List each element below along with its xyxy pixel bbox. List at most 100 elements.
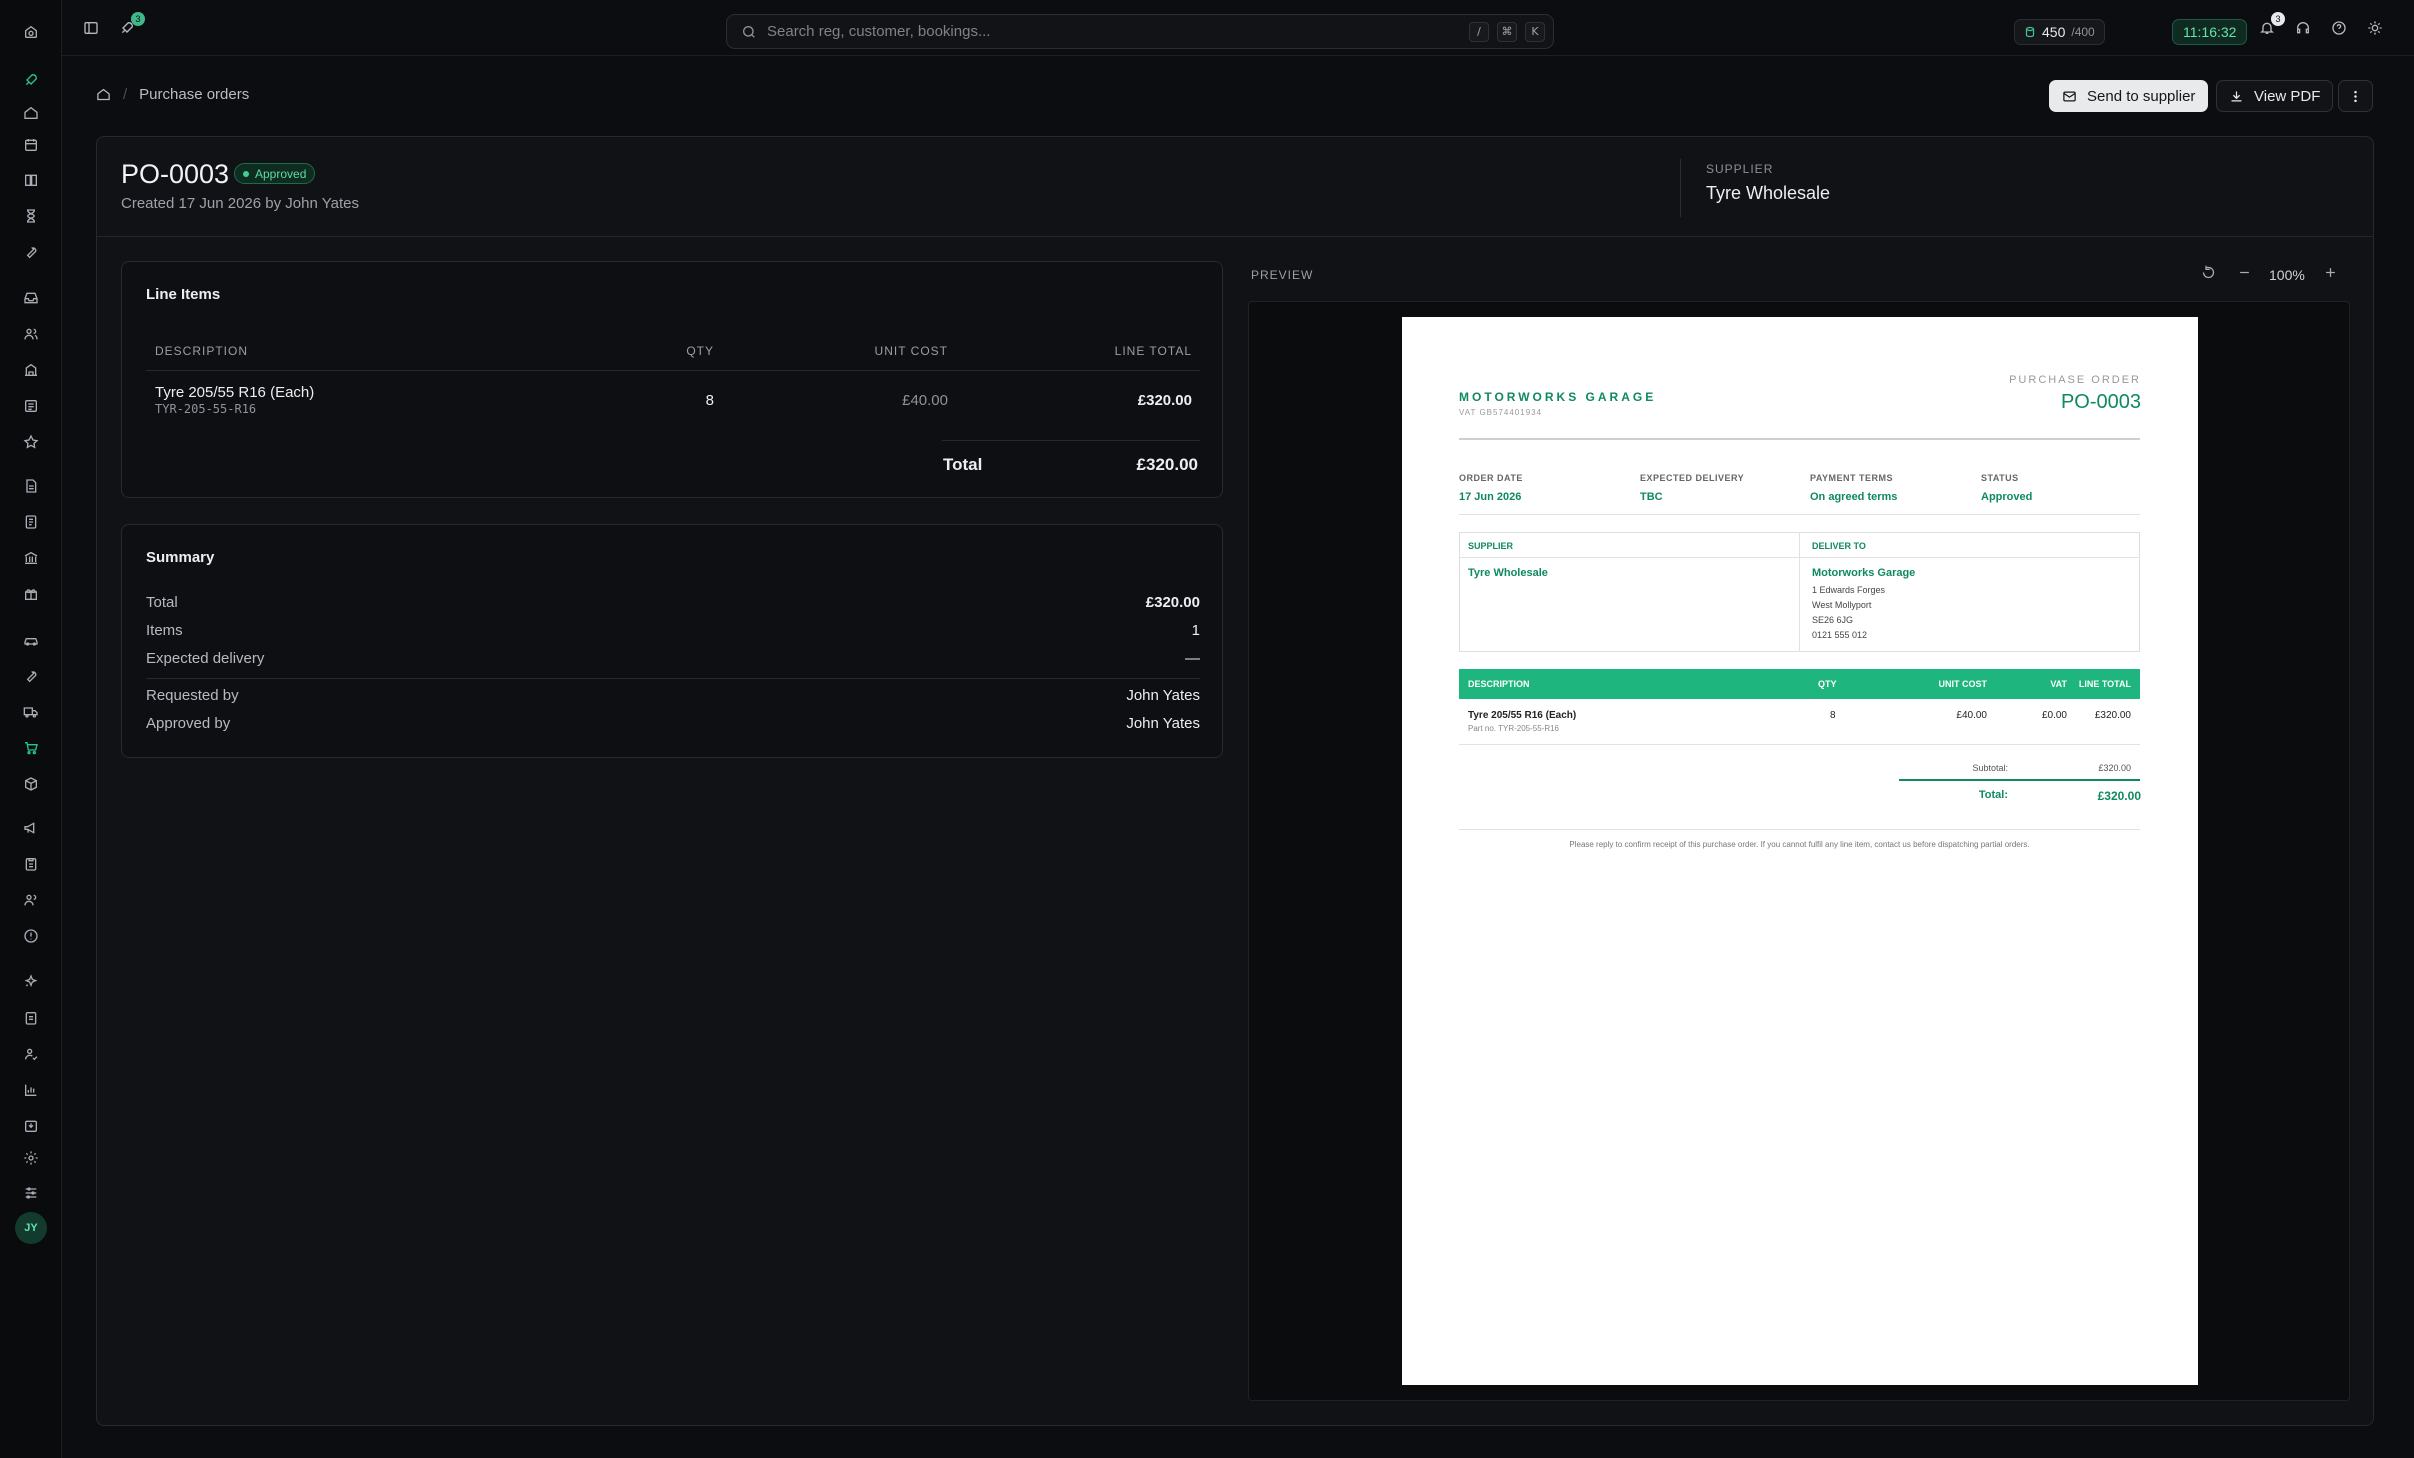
bell-icon[interactable]: 3	[2258, 12, 2285, 37]
deliver-to-name: Motorworks Garage	[1812, 567, 1916, 579]
clipboard-icon[interactable]	[19, 852, 43, 876]
view-pdf-label: View PDF	[2254, 87, 2321, 105]
summary-panel: Summary Total £320.00 Items 1 Expected del…	[121, 524, 1223, 758]
star-icon[interactable]	[19, 430, 43, 454]
summary-row: Expected delivery —	[146, 650, 1200, 667]
search-bar[interactable]: / ⌘ K	[726, 14, 1554, 49]
line-item-sku: TYR-205-55-R16	[155, 402, 257, 416]
divider	[1459, 438, 2140, 440]
search-input[interactable]	[767, 23, 1469, 40]
puzzle-icon[interactable]	[19, 970, 43, 994]
page-title: PO-0003	[121, 159, 230, 189]
tool-icon[interactable]	[19, 664, 43, 688]
zoom-out-icon[interactable]	[2237, 265, 2252, 280]
logo-icon[interactable]	[19, 20, 43, 44]
doc-number: PO-0003	[2060, 391, 2141, 413]
supplier-name[interactable]: Tyre Wholesale	[1706, 183, 1830, 204]
shortcut-key: ⌘	[1497, 21, 1517, 42]
database-icon	[2025, 26, 2035, 38]
zoom-in-icon[interactable]	[2323, 265, 2338, 280]
send-to-supplier-button[interactable]: Send to supplier	[2049, 80, 2209, 112]
rocket-badge: 3	[131, 12, 145, 26]
rocket-icon[interactable]: 3	[118, 12, 145, 37]
inbox-icon[interactable]	[19, 286, 43, 310]
subtotal-value: £320.00	[2098, 763, 2131, 773]
notification-badge: 3	[2271, 12, 2285, 26]
document-icon[interactable]	[19, 474, 43, 498]
invoice-icon[interactable]	[19, 394, 43, 418]
line-item-qty: 8	[705, 392, 714, 409]
mail-icon	[2063, 91, 2076, 101]
more-actions-button[interactable]	[2338, 80, 2373, 112]
line-item-total: £320.00	[1137, 392, 1192, 409]
summary-row: Items 1	[146, 622, 1200, 639]
checklist-icon[interactable]	[19, 1006, 43, 1030]
gift-icon[interactable]	[19, 582, 43, 606]
sliders-icon[interactable]	[19, 1181, 43, 1205]
divider	[1459, 514, 2140, 515]
inbox-down-icon[interactable]	[19, 1114, 43, 1138]
doc-vat: VAT GB574401934	[1459, 408, 1543, 417]
book-icon[interactable]	[19, 168, 43, 192]
subtotal-label: Subtotal:	[1972, 763, 2008, 773]
headset-icon[interactable]	[2294, 19, 2312, 37]
meta-label: ORDER DATE	[1459, 473, 1523, 483]
sun-icon[interactable]	[2366, 19, 2384, 37]
purchase-order-document: MOTORWORKS GARAGE VAT GB574401934 PURCHA…	[1402, 317, 2198, 1385]
building-icon[interactable]	[19, 358, 43, 382]
home-icon[interactable]	[96, 87, 111, 102]
shortcut-key: /	[1469, 21, 1489, 42]
receipt-icon[interactable]	[19, 510, 43, 534]
breadcrumb-separator: /	[123, 86, 128, 103]
divider	[146, 678, 1200, 679]
summary-row: Requested by John Yates	[146, 687, 1200, 704]
doc-row-line-total: £320.00	[2094, 710, 2131, 721]
doc-row-unit-cost: £40.00	[1956, 710, 1987, 721]
column-header-qty: QTY	[686, 344, 714, 358]
total-value: £320.00	[2097, 789, 2141, 803]
avatar[interactable]: JY	[15, 1212, 47, 1244]
deliver-to-label: DELIVER TO	[1812, 541, 1866, 551]
cart-icon[interactable]	[19, 736, 43, 760]
doc-header-qty: QTY	[1818, 679, 1837, 689]
preview-label: PREVIEW	[1251, 268, 1314, 282]
doc-type: PURCHASE ORDER	[2009, 374, 2141, 386]
preview-frame[interactable]: MOTORWORKS GARAGE VAT GB574401934 PURCHA…	[1248, 301, 2350, 1401]
breadcrumb: / Purchase orders	[96, 86, 249, 103]
search-icon	[743, 25, 755, 38]
line-item-unit-cost: £40.00	[902, 392, 948, 409]
view-pdf-button[interactable]: View PDF	[2216, 80, 2334, 112]
home-icon[interactable]	[19, 101, 43, 125]
rocket-icon[interactable]	[19, 68, 43, 92]
doc-header-vat: VAT	[2050, 679, 2067, 689]
wrench-icon[interactable]	[19, 240, 43, 264]
help-icon[interactable]	[2330, 19, 2348, 37]
breadcrumb-current[interactable]: Purchase orders	[139, 86, 249, 103]
reset-zoom-icon[interactable]	[2201, 265, 2216, 280]
chart-icon[interactable]	[19, 1078, 43, 1102]
car-icon[interactable]	[19, 628, 43, 652]
divider	[1799, 532, 1800, 652]
doc-company: MOTORWORKS GARAGE	[1459, 390, 1657, 404]
sidebar-toggle-icon[interactable]	[82, 19, 100, 37]
divider	[1899, 779, 2140, 781]
truck-icon[interactable]	[19, 700, 43, 724]
zoom-level: 100%	[2269, 267, 2305, 283]
supplier-name: Tyre Wholesale	[1468, 567, 1548, 579]
credits-limit: /400	[2071, 25, 2095, 39]
deliver-address-line: SE26 6JG	[1812, 615, 1854, 625]
package-icon[interactable]	[19, 772, 43, 796]
total-value: £320.00	[1136, 455, 1198, 474]
user-check-icon[interactable]	[19, 1042, 43, 1066]
settings-icon[interactable]	[19, 1146, 43, 1170]
alert-icon[interactable]	[19, 924, 43, 948]
team-icon[interactable]	[19, 888, 43, 912]
deliver-address-line: 1 Edwards Forges	[1812, 585, 1886, 595]
doc-row-part: Part no. TYR-205-55-R16	[1468, 724, 1560, 733]
credits-badge[interactable]: 450 /400	[2014, 19, 2105, 45]
users-icon[interactable]	[19, 322, 43, 346]
hourglass-icon[interactable]	[19, 204, 43, 228]
bank-icon[interactable]	[19, 546, 43, 570]
calendar-icon[interactable]	[19, 133, 43, 157]
megaphone-icon[interactable]	[19, 816, 43, 840]
